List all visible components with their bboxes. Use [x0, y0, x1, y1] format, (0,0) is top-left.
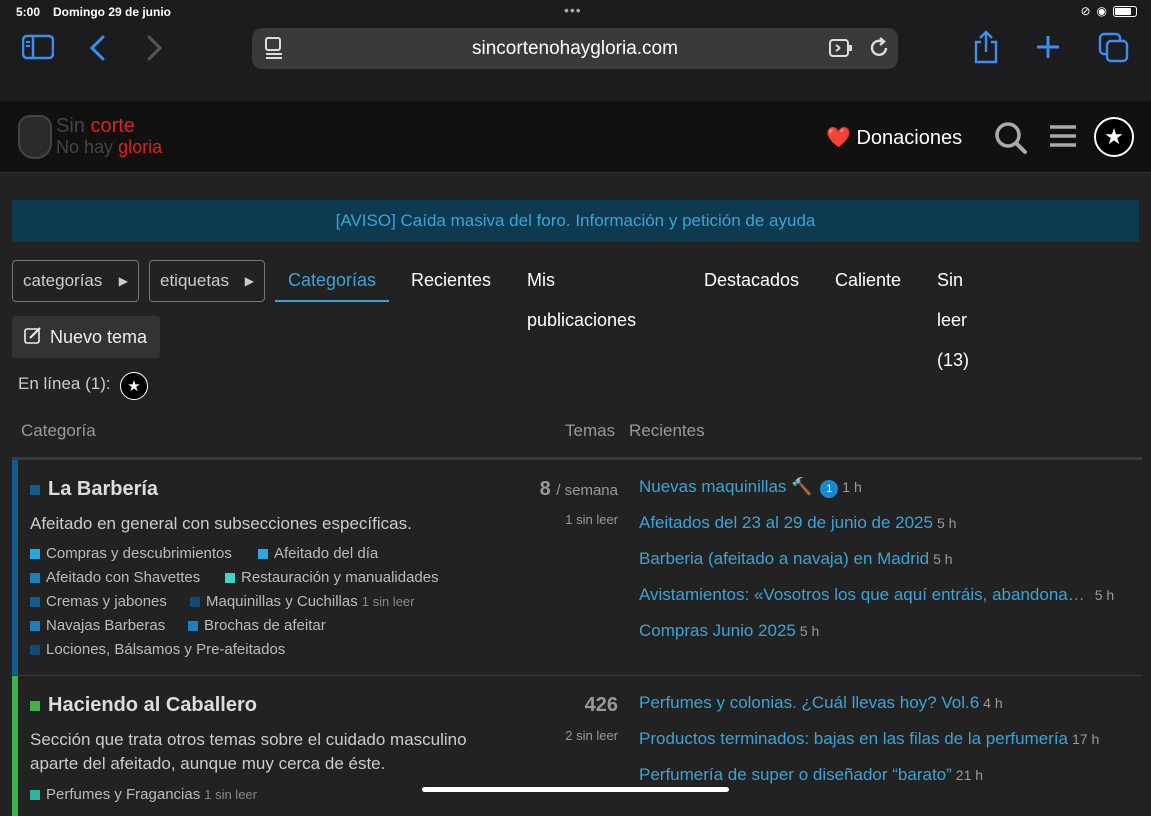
announcement-banner[interactable]: [AVISO] Caída masiva del foro. Informaci…: [12, 200, 1139, 242]
categorias-dropdown-label: categorías: [23, 271, 103, 290]
tab-mis-publicaciones[interactable]: Mis publicaciones: [527, 260, 636, 340]
logo-line1: Sin corte: [56, 115, 135, 137]
logo-line2: No hay gloria: [56, 137, 163, 157]
recent-topic-link[interactable]: Afeitados del 23 al 29 de junio de 2025 5…: [639, 513, 956, 533]
status-icons: ⊘ ◉: [1080, 4, 1137, 18]
site-header: Sin corte No hay gloria ❤️ Donaciones ★: [0, 101, 1151, 173]
category-description: Afeitado en general con subsecciones esp…: [30, 514, 412, 533]
tab-destacados[interactable]: Destacados: [704, 260, 799, 300]
url-text: sincortenohaygloria.com: [472, 38, 678, 59]
subcategory-link[interactable]: Restauración y manualidades: [225, 569, 439, 586]
edit-icon: [24, 316, 42, 371]
wifi-icon: ◉: [1096, 4, 1107, 18]
home-indicator[interactable]: [422, 787, 729, 792]
share-icon[interactable]: [972, 30, 1000, 69]
category-color-bar: [12, 676, 18, 816]
recent-topic-link[interactable]: Compras Junio 2025 5 h: [639, 621, 819, 641]
subcategory-link[interactable]: Perfumes y Fragancias 1 sin leer: [30, 786, 257, 803]
online-users: En línea (1):: [18, 374, 111, 394]
multitask-dots-icon[interactable]: •••: [564, 2, 582, 18]
category-description: Sección que trata otros temas sobre el c…: [30, 730, 467, 773]
category-row: La Barbería Afeitado en general con subs…: [12, 460, 1142, 676]
tab-categorias[interactable]: Categorías: [275, 260, 389, 302]
tab-recientes[interactable]: Recientes: [411, 260, 491, 300]
battery-icon: [1113, 5, 1137, 17]
online-user-avatar[interactable]: ★: [120, 372, 148, 400]
new-tab-icon[interactable]: [1035, 34, 1061, 65]
subcategory-link[interactable]: Lociones, Bálsamos y Pre-afeitados: [30, 641, 285, 658]
site-logo[interactable]: Sin corte No hay gloria: [18, 113, 168, 161]
subcategory-link[interactable]: Maquinillas y Cuchillas 1 sin leer: [190, 593, 414, 610]
address-bar[interactable]: sincortenohaygloria.com: [252, 28, 898, 69]
link-icon: ⊘: [1080, 4, 1091, 18]
column-header-topics[interactable]: Temas: [565, 421, 615, 441]
etiquetas-dropdown-label: etiquetas: [160, 271, 229, 290]
topic-count: 8 / semana: [539, 478, 618, 500]
search-icon[interactable]: [994, 121, 1028, 162]
donaciones-label: Donaciones: [856, 127, 963, 149]
category-unread[interactable]: 2 sin leer: [565, 728, 618, 743]
tabs-overview-icon[interactable]: [1098, 32, 1130, 69]
extension-icon[interactable]: [828, 37, 854, 65]
subcategory-link[interactable]: Compras y descubrimientos: [30, 545, 232, 562]
subcategory-link[interactable]: Afeitado del día: [258, 545, 378, 562]
back-icon[interactable]: [88, 34, 108, 67]
status-bar: 5:00 Domingo 29 de junio ••• ⊘ ◉: [0, 0, 1151, 24]
category-title[interactable]: La Barbería: [30, 478, 158, 501]
new-topic-label: Nuevo tema: [50, 327, 148, 347]
tab-sin-leer[interactable]: Sin leer (13): [937, 260, 969, 380]
heart-icon: ❤️: [826, 127, 851, 149]
donaciones-link[interactable]: ❤️ Donaciones: [826, 125, 962, 150]
recent-topic-link[interactable]: Perfumes y colonias. ¿Cuál llevas hoy? V…: [639, 693, 1003, 713]
hamburger-menu-icon[interactable]: [1048, 121, 1078, 158]
unread-badge: 1: [820, 480, 839, 498]
user-avatar[interactable]: ★: [1094, 117, 1134, 157]
subcategory-link[interactable]: Navajas Barberas: [30, 617, 165, 634]
browser-toolbar: sincortenohaygloria.com: [0, 24, 1151, 101]
subcategory-link[interactable]: Brochas de afeitar: [188, 617, 326, 634]
categorias-dropdown[interactable]: categorías ▶: [12, 260, 139, 302]
status-time: 5:00: [16, 5, 41, 19]
category-title[interactable]: Haciendo al Caballero: [30, 694, 257, 717]
caret-right-icon: ▶: [244, 274, 254, 288]
etiquetas-dropdown[interactable]: etiquetas ▶: [149, 260, 265, 302]
topic-count: 426: [584, 694, 618, 716]
category-unread[interactable]: 1 sin leer: [565, 512, 618, 527]
caret-right-icon: ▶: [118, 274, 128, 288]
column-header-category[interactable]: Categoría: [21, 421, 96, 441]
logo-face-icon: [18, 115, 52, 159]
category-color-bar: [12, 460, 18, 675]
forward-icon[interactable]: [144, 34, 164, 67]
online-label: En línea (1):: [18, 374, 111, 393]
category-row: Haciendo al Caballero Sección que trata …: [12, 676, 1142, 816]
tab-caliente[interactable]: Caliente: [835, 260, 901, 300]
new-topic-button[interactable]: Nuevo tema: [12, 316, 160, 358]
subcategory-link[interactable]: Afeitado con Shavettes: [30, 569, 200, 586]
recent-topic-link[interactable]: Perfumería de super o diseñador “barato”…: [639, 765, 983, 785]
subcategory-link[interactable]: Cremas y jabones: [30, 593, 167, 610]
sidebar-icon[interactable]: [21, 34, 55, 65]
status-date: Domingo 29 de junio: [53, 5, 172, 19]
recent-topic-link[interactable]: Avistamientos: «Vosotros los que aquí en…: [639, 585, 1114, 605]
recent-topic-link[interactable]: Productos terminados: bajas en las filas…: [639, 729, 1099, 749]
recent-topic-link[interactable]: Nuevas maquinillas 🔨 1 1 h: [639, 477, 862, 498]
recent-topic-link[interactable]: Barberia (afeitado a navaja) en Madrid 5 …: [639, 549, 953, 569]
category-color-square: [30, 700, 40, 711]
category-color-square: [30, 484, 40, 495]
column-header-recent[interactable]: Recientes: [629, 421, 705, 441]
reload-icon[interactable]: [868, 37, 890, 65]
